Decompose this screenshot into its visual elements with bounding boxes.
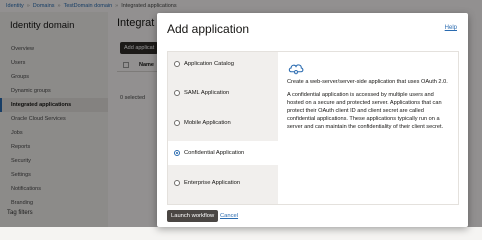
radio-button[interactable] xyxy=(174,61,180,67)
option-mobile-application[interactable]: Mobile Application xyxy=(168,111,278,135)
option-label: Mobile Application xyxy=(184,120,231,126)
help-link[interactable]: Help xyxy=(445,25,457,31)
option-enterprise-application[interactable]: Enterprise Application xyxy=(168,171,278,195)
option-description-panel: Create a web-server/server-side applicat… xyxy=(278,52,458,204)
option-label: Application Catalog xyxy=(184,61,234,67)
option-label: SAML Application xyxy=(184,90,230,96)
description-heading: Create a web-server/server-side applicat… xyxy=(287,79,448,85)
option-confidential-application[interactable]: Confidential Application xyxy=(168,141,278,165)
launch-workflow-button[interactable]: Launch workflow xyxy=(167,210,219,222)
option-saml-application[interactable]: SAML Application xyxy=(168,81,278,105)
radio-button[interactable] xyxy=(174,120,180,126)
radio-button[interactable] xyxy=(174,180,180,186)
option-label: Confidential Application xyxy=(184,150,245,156)
option-application-catalog[interactable]: Application Catalog xyxy=(168,52,278,76)
description-text: A confidential application is accessed b… xyxy=(287,91,444,130)
cloud-gear-icon xyxy=(288,64,304,75)
dialog-title: Add application xyxy=(167,22,250,36)
add-application-dialog: Add application Help Application Catalog… xyxy=(157,13,468,227)
application-type-list: Application Catalog SAML Application Mob… xyxy=(168,52,278,204)
radio-button[interactable] xyxy=(174,90,180,96)
dialog-footer: Launch workflow Cancel xyxy=(157,209,468,227)
cancel-link[interactable]: Cancel xyxy=(220,213,238,219)
option-label: Enterprise Application xyxy=(184,180,241,186)
radio-button-selected[interactable] xyxy=(174,150,180,156)
dialog-body: Application Catalog SAML Application Mob… xyxy=(167,51,459,205)
